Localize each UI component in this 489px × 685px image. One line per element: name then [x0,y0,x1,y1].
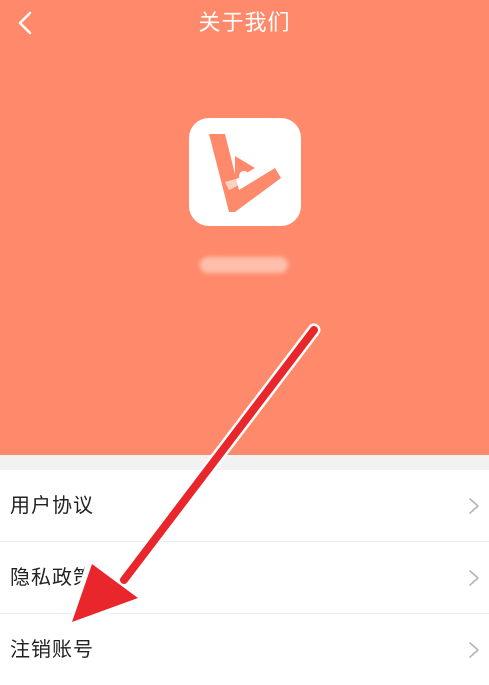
chevron-right-icon [469,570,479,586]
chevron-right-icon [469,498,479,514]
menu-item-delete-account[interactable]: 注销账号 [0,614,489,685]
settings-menu: 用户协议 隐私政策 注销账号 [0,470,489,685]
page-title: 关于我们 [198,11,291,36]
app-name-blurred [200,257,288,273]
menu-item-privacy-policy[interactable]: 隐私政策 [0,542,489,614]
menu-item-label: 注销账号 [10,637,94,661]
chevron-right-icon [469,642,479,658]
menu-item-user-agreement[interactable]: 用户协议 [0,470,489,542]
app-logo-icon [189,118,301,226]
menu-item-label: 用户协议 [10,493,94,517]
menu-item-label: 隐私政策 [10,565,94,589]
hero-banner: 关于我们 [0,0,489,455]
